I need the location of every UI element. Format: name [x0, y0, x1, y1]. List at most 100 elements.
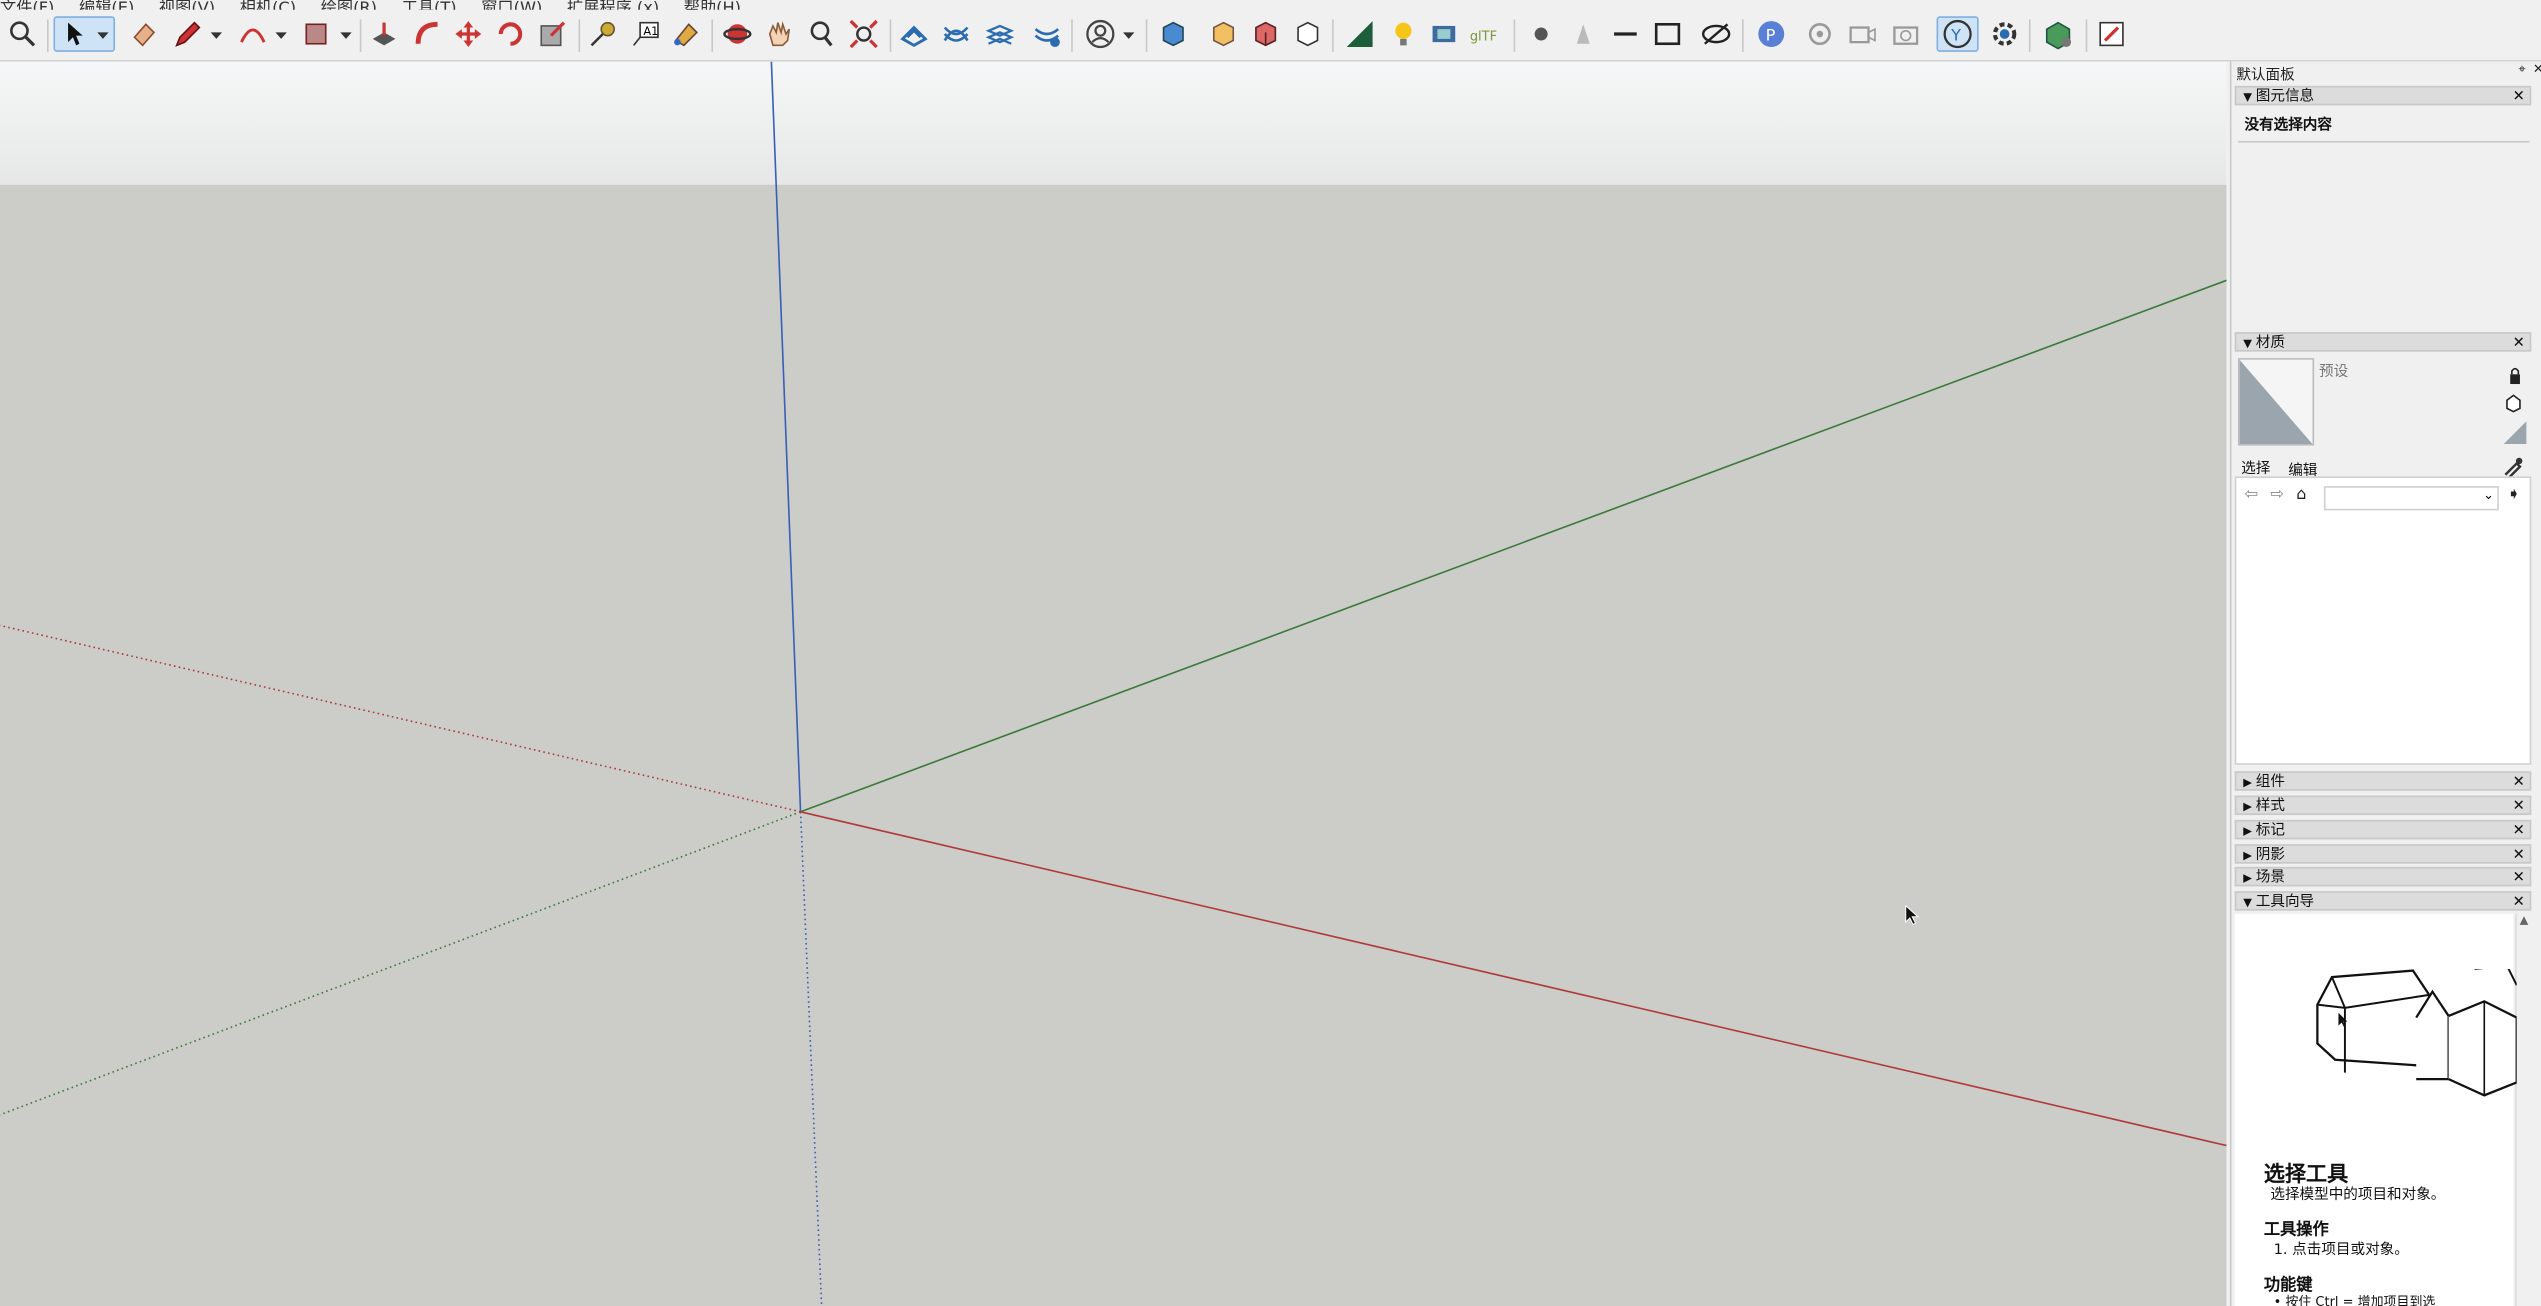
menu-bar: 文件(F) 编辑(E) 视图(V) 相机(C) 绘图(R) 工具(T) 窗口(W…: [0, 0, 2541, 10]
followme-icon[interactable]: [410, 16, 446, 52]
view-iso-icon[interactable]: [1155, 16, 1191, 52]
user-icon[interactable]: [1083, 16, 1119, 52]
chevron-down-icon[interactable]: [275, 29, 287, 40]
edge-icon[interactable]: [1608, 16, 1644, 52]
pushpull-icon[interactable]: [366, 16, 402, 52]
shadow-icon[interactable]: [1565, 16, 1601, 52]
instructor-scrollbar[interactable]: ▲: [2515, 913, 2532, 1306]
menu-help[interactable]: 帮助(H): [684, 0, 741, 10]
close-icon[interactable]: ✕: [2513, 846, 2525, 865]
close-icon[interactable]: ✕: [2513, 797, 2525, 816]
section-components[interactable]: ▶ 组件 ✕: [2234, 771, 2532, 792]
menu-tools[interactable]: 工具(T): [402, 0, 457, 10]
menu-file[interactable]: 文件(F): [0, 0, 54, 10]
model-viewport[interactable]: [0, 61, 2227, 1306]
chevron-down-icon[interactable]: [340, 29, 352, 40]
menu-window[interactable]: 窗口(W): [481, 0, 542, 10]
section-materials[interactable]: ▼ 材质 ✕: [2234, 332, 2532, 353]
home-icon[interactable]: ⌂: [2296, 486, 2306, 504]
section-entity-info[interactable]: ▼ 图元信息 ✕: [2234, 85, 2532, 106]
keys-heading: 功能键: [2263, 1276, 2313, 1295]
chevron-down-icon[interactable]: [210, 29, 223, 40]
menu-extensions[interactable]: 扩展程序 (x): [567, 0, 659, 10]
material-swatch[interactable]: [2237, 358, 2315, 446]
orbit-icon[interactable]: [720, 16, 756, 52]
view-front-icon[interactable]: [1248, 16, 1284, 52]
material-lock-icon[interactable]: [2507, 361, 2523, 385]
extension-rotate-icon[interactable]: [1802, 16, 1838, 52]
section-scenes[interactable]: ▶ 场景 ✕: [2234, 866, 2532, 888]
menu-camera[interactable]: 相机(C): [240, 0, 296, 10]
sandbox-scratch-icon[interactable]: [938, 16, 974, 52]
eraser-icon[interactable]: [126, 16, 162, 52]
section-tags[interactable]: ▶ 标记 ✕: [2234, 819, 2532, 841]
move-icon[interactable]: [451, 16, 487, 52]
close-icon[interactable]: ✕: [2513, 773, 2525, 792]
sandbox-contours-icon[interactable]: [896, 16, 932, 52]
default-material-icon[interactable]: [2503, 420, 2527, 444]
hidden-icon[interactable]: [1698, 16, 1734, 52]
eyedropper-icon[interactable]: [2504, 452, 2523, 479]
material-collection-select[interactable]: ⌄: [2323, 486, 2499, 511]
view-right-icon[interactable]: [1290, 16, 1326, 52]
view-top-icon[interactable]: [1206, 16, 1242, 52]
shape-icon[interactable]: [298, 16, 334, 52]
default-tray: 默认面板 ⌖ ✕ ▼图元信息✕ 没有选择内容 ▼材质✕ 预设 选择 编辑 ⇦ ⇨…: [2229, 61, 2541, 1306]
create-material-icon[interactable]: [2504, 389, 2523, 413]
arc-icon[interactable]: [235, 16, 271, 52]
ruby-console-icon[interactable]: [2094, 16, 2130, 52]
gltf-icon[interactable]: glTF: [1468, 16, 1504, 52]
menu-view[interactable]: 视图(V): [159, 0, 215, 10]
zoom-extents-icon[interactable]: [846, 16, 882, 52]
close-icon[interactable]: ✕: [2513, 334, 2525, 353]
forward-icon[interactable]: ⇨: [2270, 486, 2284, 504]
menu-edit[interactable]: 编辑(E): [79, 0, 134, 10]
extension-y-icon[interactable]: Y: [1936, 16, 1979, 52]
details-icon[interactable]: ➧: [2507, 486, 2521, 504]
material-name-field[interactable]: 预设: [2315, 358, 2498, 381]
rectangle-icon[interactable]: [1650, 16, 1686, 52]
back-icon[interactable]: ⇦: [2244, 486, 2258, 504]
pencil-icon[interactable]: [170, 16, 206, 52]
menu-draw[interactable]: 绘图(R): [321, 0, 377, 10]
chevron-down-icon: ⌄: [2483, 487, 2495, 503]
house-illustration: [2316, 964, 2518, 1099]
chevron-down-icon[interactable]: [1123, 29, 1135, 40]
sandbox-drape-icon[interactable]: [982, 16, 1018, 52]
section-instructor[interactable]: ▼ 工具向导 ✕: [2234, 891, 2532, 912]
close-icon[interactable]: ✕: [2513, 893, 2525, 912]
extension-camera-icon[interactable]: [1844, 16, 1880, 52]
extension-warehouse-icon[interactable]: [2040, 16, 2076, 52]
extension-photo-icon[interactable]: [1888, 16, 1924, 52]
text-icon[interactable]: A1: [629, 16, 665, 52]
pan-icon[interactable]: [762, 16, 798, 52]
tray-title: 默认面板 ⌖ ✕: [2231, 62, 2541, 85]
pin-icon[interactable]: ⌖: [2518, 62, 2525, 78]
sandbox-settings-icon[interactable]: [1029, 16, 1065, 52]
sun-icon[interactable]: [1523, 16, 1559, 52]
instructor-subtitle: 选择模型中的项目和对象。: [2270, 1187, 2446, 1204]
chevron-down-icon[interactable]: [97, 29, 109, 40]
extension-gear-icon[interactable]: [1987, 16, 2023, 52]
paint-icon[interactable]: [668, 16, 704, 52]
close-icon[interactable]: ✕: [2513, 869, 2525, 888]
section-plane-icon[interactable]: [1342, 16, 1378, 52]
svg-text:glTF: glTF: [1470, 30, 1497, 45]
ground: [0, 184, 2227, 1306]
section-styles[interactable]: ▶ 样式 ✕: [2234, 795, 2532, 816]
tab-select[interactable]: 选择: [2241, 457, 2270, 478]
rotate-icon[interactable]: [493, 16, 529, 52]
scale-icon[interactable]: [535, 16, 571, 52]
extension-p-icon[interactable]: P: [1753, 16, 1789, 52]
zoom-window-icon[interactable]: [804, 16, 840, 52]
close-icon[interactable]: ✕: [2513, 822, 2525, 841]
tape-icon[interactable]: [585, 16, 621, 52]
section-shadows[interactable]: ▶ 阴影 ✕: [2234, 844, 2532, 865]
close-icon[interactable]: ✕: [2513, 87, 2525, 106]
zoom-icon[interactable]: [5, 16, 41, 52]
section-fill-icon[interactable]: [1426, 16, 1462, 52]
close-icon[interactable]: ✕: [2533, 62, 2541, 77]
ops-step: 1. 点击项目或对象。: [2273, 1242, 2409, 1260]
lightbulb-icon[interactable]: [1386, 16, 1422, 52]
keys-item: • 按住 Ctrl = 增加项目到选: [2273, 1294, 2436, 1306]
